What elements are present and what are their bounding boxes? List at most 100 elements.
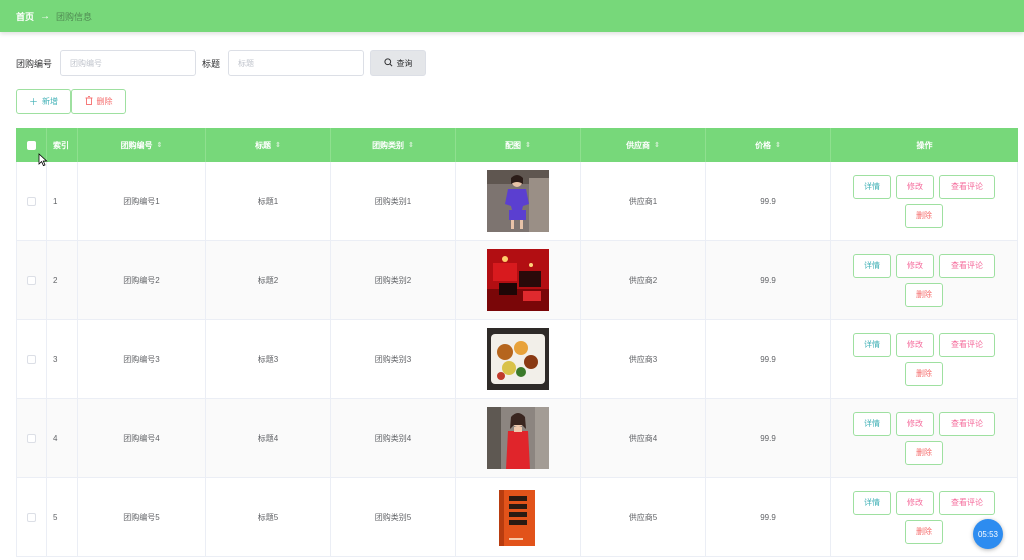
group-buy-table: 索引 团购编号 ⇕ 标题 ⇕ 团购类别 ⇕ 配图 ⇕ 供应商 ⇕ 价格 ⇕ 操作 1 团购编… <box>16 128 1018 557</box>
row-select-cell <box>16 162 47 240</box>
title-cell: 标题2 <box>206 241 331 319</box>
row-select-cell <box>16 241 47 319</box>
row-checkbox[interactable] <box>27 196 36 206</box>
view-reviews-button[interactable]: 查看评论 <box>939 253 995 278</box>
col-code-label: 团购编号 <box>120 140 153 150</box>
col-category[interactable]: 团购类别 ⇕ <box>331 128 456 162</box>
product-image <box>487 249 549 311</box>
row-checkbox[interactable] <box>27 433 36 443</box>
sort-icon[interactable]: ⇕ <box>525 141 531 149</box>
edit-button[interactable]: 修改 <box>896 174 934 199</box>
top-header-bar: 首页 → 团购信息 <box>0 0 1024 32</box>
row-checkbox[interactable] <box>27 512 36 522</box>
delete-button[interactable]: 删除 <box>905 519 943 544</box>
col-index: 索引 <box>47 128 78 162</box>
detail-button[interactable]: 详情 <box>853 490 891 515</box>
detail-button[interactable]: 详情 <box>853 411 891 436</box>
sort-icon[interactable]: ⇕ <box>654 141 660 149</box>
col-price-label: 价格 <box>755 140 772 150</box>
col-category-label: 团购类别 <box>372 140 405 150</box>
batch-delete-button[interactable]: 删除 <box>71 89 126 114</box>
delete-button[interactable]: 删除 <box>905 203 943 228</box>
actions-cell: 详情 修改 查看评论 删除 <box>831 399 1018 477</box>
edit-button[interactable]: 修改 <box>896 253 934 278</box>
edit-button[interactable]: 修改 <box>896 332 934 357</box>
select-all-checkbox[interactable] <box>26 140 36 150</box>
sort-icon[interactable]: ⇕ <box>157 141 163 149</box>
supplier-cell: 供应商2 <box>581 241 706 319</box>
table-row[interactable]: 4 团购编号4 标题4 团购类别4 供应商4 99.9 详情 修改 查看评论 删… <box>16 399 1018 478</box>
product-image <box>487 328 549 390</box>
price-cell: 99.9 <box>706 399 831 477</box>
row-select-cell <box>16 399 47 477</box>
col-image-label: 配图 <box>505 140 522 150</box>
table-row[interactable]: 2 团购编号2 标题2 团购类别2 供应商2 99.9 详情 修改 查看评论 删… <box>16 241 1018 320</box>
index-cell: 5 <box>47 478 78 556</box>
supplier-cell: 供应商4 <box>581 399 706 477</box>
category-cell: 团购类别1 <box>331 162 456 240</box>
trash-icon <box>85 96 93 107</box>
image-cell <box>456 320 581 398</box>
row-select-cell <box>16 478 47 556</box>
code-search-input[interactable]: 团购编号 <box>60 50 197 76</box>
title-cell: 标题3 <box>206 320 331 398</box>
col-supplier[interactable]: 供应商 ⇕ <box>581 128 706 162</box>
col-code[interactable]: 团购编号 ⇕ <box>78 128 206 162</box>
col-image[interactable]: 配图 ⇕ <box>456 128 581 162</box>
detail-button[interactable]: 详情 <box>853 253 891 278</box>
image-cell <box>456 241 581 319</box>
query-button[interactable]: 查询 <box>370 50 427 76</box>
image-cell <box>456 399 581 477</box>
price-cell: 99.9 <box>706 320 831 398</box>
sort-icon[interactable]: ⇕ <box>408 141 414 149</box>
title-cell: 标题5 <box>206 478 331 556</box>
category-cell: 团购类别5 <box>331 478 456 556</box>
price-cell: 99.9 <box>706 241 831 319</box>
view-reviews-button[interactable]: 查看评论 <box>939 411 995 436</box>
edit-button[interactable]: 修改 <box>896 411 934 436</box>
price-cell: 99.9 <box>706 478 831 556</box>
col-price[interactable]: 价格 ⇕ <box>706 128 831 162</box>
row-select-cell <box>16 320 47 398</box>
detail-button[interactable]: 详情 <box>853 174 891 199</box>
col-actions: 操作 <box>831 128 1018 162</box>
table-row[interactable]: 1 团购编号1 标题1 团购类别1 供应商1 99.9 详情 修改 查看评论 删… <box>16 162 1018 241</box>
delete-button[interactable]: 删除 <box>905 361 943 386</box>
view-reviews-button[interactable]: 查看评论 <box>939 490 995 515</box>
index-cell: 4 <box>47 399 78 477</box>
table-row[interactable]: 5 团购编号5 标题5 团购类别5 供应商5 99.9 详情 修改 查看评论 删… <box>16 478 1018 557</box>
actions-cell: 详情 修改 查看评论 删除 <box>831 320 1018 398</box>
title-search-input[interactable]: 标题 <box>228 50 365 76</box>
row-checkbox[interactable] <box>27 275 36 285</box>
actions-cell: 详情 修改 查看评论 删除 <box>831 162 1018 240</box>
table-row[interactable]: 3 团购编号3 标题3 团购类别3 供应商3 99.9 详情 修改 查看评论 删… <box>16 320 1018 399</box>
floating-timer-badge[interactable]: 05:53 <box>973 519 1003 549</box>
title-cell: 标题4 <box>206 399 331 477</box>
code-label: 团购编号 <box>16 58 53 69</box>
mouse-cursor-icon <box>38 153 48 167</box>
code-cell: 团购编号1 <box>78 162 206 240</box>
product-image <box>487 486 549 548</box>
code-cell: 团购编号5 <box>78 478 206 556</box>
col-title[interactable]: 标题 ⇕ <box>206 128 331 162</box>
edit-button[interactable]: 修改 <box>896 490 934 515</box>
sort-icon[interactable]: ⇕ <box>275 141 281 149</box>
breadcrumb-home[interactable]: 首页 <box>16 10 34 23</box>
sort-icon[interactable]: ⇕ <box>775 141 781 149</box>
delete-button[interactable]: 删除 <box>905 440 943 465</box>
delete-button[interactable]: 删除 <box>905 282 943 307</box>
price-cell: 99.9 <box>706 162 831 240</box>
view-reviews-button[interactable]: 查看评论 <box>939 174 995 199</box>
search-form: 团购编号 团购编号 标题 标题 查询 <box>16 50 427 76</box>
title-cell: 标题1 <box>206 162 331 240</box>
col-supplier-label: 供应商 <box>626 140 651 150</box>
supplier-cell: 供应商3 <box>581 320 706 398</box>
view-reviews-button[interactable]: 查看评论 <box>939 332 995 357</box>
index-cell: 2 <box>47 241 78 319</box>
search-icon <box>383 57 393 69</box>
category-cell: 团购类别2 <box>331 241 456 319</box>
add-button[interactable]: ＋ 新增 <box>16 89 71 114</box>
row-checkbox[interactable] <box>27 354 36 364</box>
detail-button[interactable]: 详情 <box>853 332 891 357</box>
category-cell: 团购类别4 <box>331 399 456 477</box>
